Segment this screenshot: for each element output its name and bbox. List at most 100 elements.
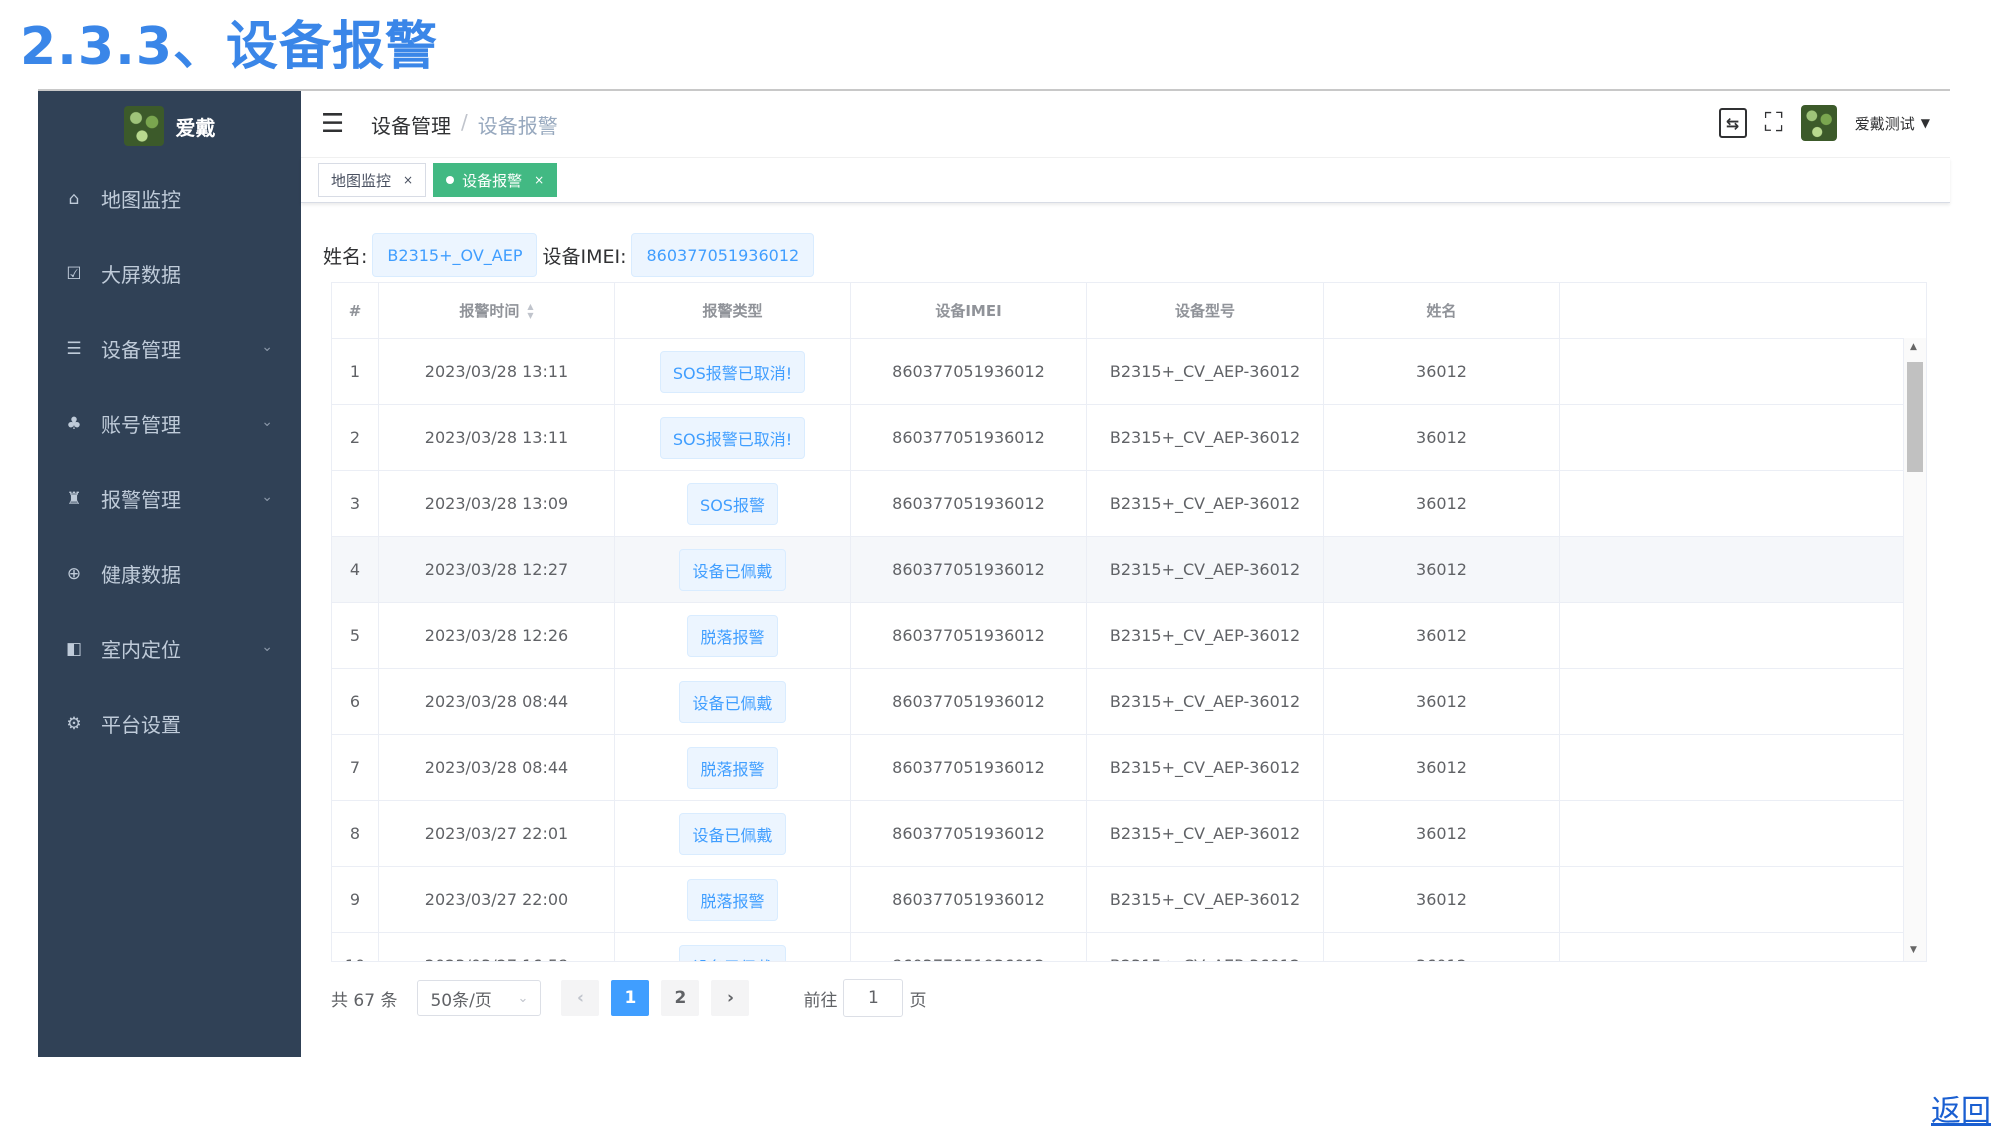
logo-text: 爱戴 [175,115,216,140]
alarm-type-tag: 脱落报警 [687,614,778,657]
cell-imei: 860377051936012 [851,933,1087,961]
table-row[interactable]: 9 2023/03/27 22:00 脱落报警 860377051936012 B231… [332,867,1926,933]
column-header-name: 姓名 [1324,283,1560,338]
cell-index: 10 [332,933,379,961]
cell-index: 4 [332,537,379,602]
cell-alarm-time: 2023/03/28 12:27 [379,537,615,602]
navbar-right: ⇆ ⛶ 爱戴测试 ▼ [1718,105,1930,141]
close-icon[interactable]: × [403,173,413,187]
server-icon: ☰ [66,338,82,359]
sidebar-item-3[interactable]: ♣ 账号管理 ⌄ [38,386,301,461]
caret-down-icon[interactable]: ▼ [1921,116,1930,130]
tag-0[interactable]: 地图监控 × [318,163,427,197]
filter-bar: 姓名: B2315+_OV_AEP 设备IMEI: 86037705193601… [323,233,815,277]
hamburger-icon[interactable]: ☰ [321,109,351,139]
sidebar-item-6[interactable]: ◧ 室内定位 ⌄ [38,611,301,686]
table-row[interactable]: 6 2023/03/28 08:44 设备已佩戴 860377051936012 B23… [332,669,1926,735]
table-row[interactable]: 1 2023/03/28 13:11 SOS报警已取消! 86037705193601… [332,339,1926,405]
imei-filter-tag[interactable]: 860377051936012 [631,233,815,277]
cell-name: 36012 [1324,471,1560,536]
next-page-button[interactable]: › [711,980,750,1016]
sidebar-item-4[interactable]: ♜ 报警管理 ⌄ [38,461,301,536]
page-size-select[interactable]: 50条/页 ⌄ [417,980,542,1016]
pagination-total: 共 67 条 [331,990,398,1011]
scroll-up-icon[interactable]: ▲ [1910,342,1917,352]
alarm-type-tag: SOS报警已取消! [659,350,806,393]
table-row[interactable]: 5 2023/03/28 12:26 脱落报警 860377051936012 B231… [332,603,1926,669]
chart-icon: ☑ [66,263,82,284]
sidebar-item-label: 室内定位 [101,638,181,662]
page-button-1[interactable]: 1 [611,980,650,1016]
size-select-icon[interactable]: ⇆ [1718,108,1747,138]
breadcrumb-item-device-management[interactable]: 设备管理 [371,110,451,139]
chevron-down-icon: ⌄ [261,489,273,505]
table-row[interactable]: 102023/03/27 16:58 设备已佩戴 860377051936012B2… [332,933,1926,961]
page-button-2[interactable]: 2 [661,980,700,1016]
cell-model: B2315+_CV_AEP-36012 [1087,735,1324,800]
fullscreen-icon[interactable]: ⛶ [1765,108,1783,139]
cell-alarm-time: 2023/03/28 13:09 [379,471,615,536]
cell-alarm-type: 脱落报警 [615,735,851,800]
alarm-type-tag: 设备已佩戴 [679,944,786,961]
sidebar-item-label: 健康数据 [101,563,181,587]
cell-alarm-type: 设备已佩戴 [615,669,851,734]
cell-name: 36012 [1324,603,1560,668]
cell-name: 36012 [1324,339,1560,404]
cell-model: B2315+_CV_AEP-36012 [1087,471,1324,536]
name-filter-tag[interactable]: B2315+_OV_AEP [372,233,538,277]
cell-alarm-type: SOS报警 [615,471,851,536]
cell-alarm-time: 2023/03/28 08:44 [379,735,615,800]
sidebar-item-label: 大屏数据 [101,263,181,287]
alarm-type-tag: 设备已佩戴 [679,548,786,591]
sort-caret-icon[interactable]: ▲ ▼ [527,302,533,320]
table-scrollbar[interactable]: ▲ ▼ [1903,338,1926,961]
cell-name: 36012 [1324,537,1560,602]
sidebar-item-2[interactable]: ☰ 设备管理 ⌄ [38,311,301,386]
sidebar-item-label: 地图监控 [101,188,181,212]
table-row[interactable]: 8 2023/03/27 22:01 设备已佩戴 860377051936012 B23… [332,801,1926,867]
prev-page-button[interactable]: ‹ [561,980,600,1016]
table-row[interactable]: 2 2023/03/28 13:11 SOS报警已取消! 86037705193601… [332,405,1926,471]
back-link[interactable]: 返回 [1931,1086,1991,1130]
medical-icon: ⊕ [66,563,82,584]
cell-model: B2315+_CV_AEP-36012 [1087,801,1324,866]
table-body: 1 2023/03/28 13:11 SOS报警已取消! 86037705193601… [332,339,1926,961]
home-icon: ⌂ [68,188,80,209]
goto-page-input[interactable]: 1 [843,979,904,1017]
app-window: 爱戴 ⌂ 地图监控 ☑ 大屏数据 ☰ 设备管理 ⌄ ♣ 账号管理 ⌄ ♜ 报警管理 ⌄ ⊕ 健康数据 ◧ 室内定… [38,89,1950,1057]
cell-model: B2315+_CV_AEP-36012 [1087,405,1324,470]
scroll-down-icon[interactable]: ▼ [1910,945,1917,955]
cell-model: B2315+_CV_AEP-36012 [1087,933,1324,961]
column-header-index: # [332,283,379,338]
alarm-type-tag: SOS报警已取消! [659,416,806,459]
scrollbar-thumb[interactable] [1907,362,1923,472]
column-header-alarm-time[interactable]: 报警时间 ▲ ▼ [379,283,615,338]
close-icon[interactable]: × [534,173,544,187]
cell-model: B2315+_CV_AEP-36012 [1087,867,1324,932]
sidebar-item-7[interactable]: ⚙ 平台设置 [38,686,301,761]
cell-index: 2 [332,405,379,470]
goto-label: 前往 [803,990,838,1011]
sidebar-item-label: 报警管理 [101,488,181,512]
avatar[interactable] [1800,105,1837,141]
table-row[interactable]: 7 2023/03/28 08:44 脱落报警 860377051936012 B231… [332,735,1926,801]
username[interactable]: 爱戴测试 [1855,113,1915,134]
table-row[interactable]: 3 2023/03/28 13:09 SOS报警 860377051936012 B23… [332,471,1926,537]
cell-index: 1 [332,339,379,404]
alarm-icon: ♜ [66,488,82,509]
cell-alarm-type: SOS报警已取消! [615,339,851,404]
tag-1[interactable]: 设备报警 × [433,163,558,197]
sidebar-item-5[interactable]: ⊕ 健康数据 [38,536,301,611]
cell-model: B2315+_CV_AEP-36012 [1087,669,1324,734]
sidebar-logo[interactable]: 爱戴 [38,91,301,161]
table-row[interactable]: 4 2023/03/28 12:27 设备已佩戴 860377051936012 B23… [332,537,1926,603]
cell-index: 6 [332,669,379,734]
active-dot-icon [446,176,455,184]
cell-name: 36012 [1324,669,1560,734]
chevron-down-icon: ⌄ [261,414,273,430]
cell-alarm-time: 2023/03/28 08:44 [379,669,615,734]
alarm-type-tag: 脱落报警 [687,746,778,789]
sidebar-item-1[interactable]: ☑ 大屏数据 [38,236,301,311]
sidebar-item-0[interactable]: ⌂ 地图监控 [38,161,301,236]
alarm-type-tag: 设备已佩戴 [679,680,786,723]
